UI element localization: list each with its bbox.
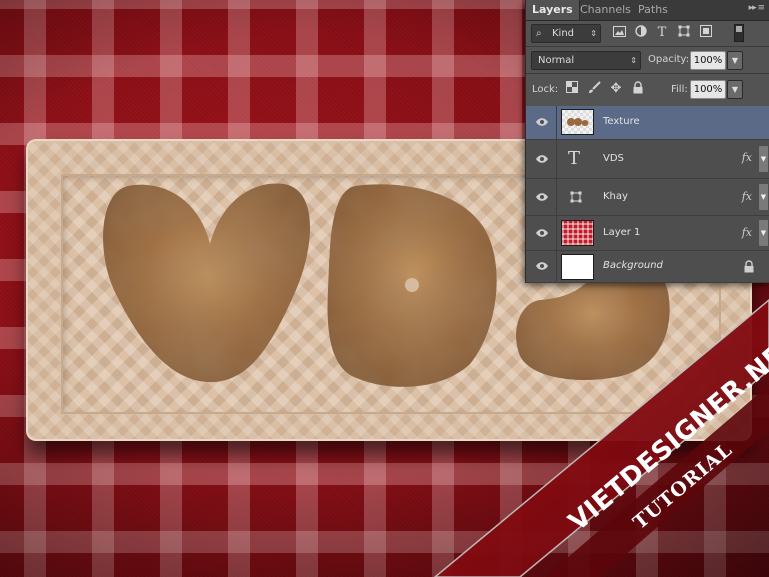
filter-toggle-switch[interactable] xyxy=(734,24,744,42)
opacity-label: Opacity: xyxy=(648,54,690,65)
eye-icon[interactable] xyxy=(535,117,549,127)
type-filter-icon[interactable]: T xyxy=(654,25,670,41)
layer-row-layer1[interactable]: Layer 1 fx ▼ xyxy=(526,216,769,251)
lock-icon xyxy=(744,260,754,273)
expand-effects-icon[interactable]: ▼ xyxy=(759,146,768,172)
expand-effects-icon[interactable]: ▼ xyxy=(759,220,768,246)
eye-icon[interactable] xyxy=(535,192,549,202)
tab-paths[interactable]: Paths xyxy=(638,0,668,20)
layer-row-texture[interactable]: Texture xyxy=(526,106,769,140)
expand-effects-icon[interactable]: ▼ xyxy=(759,184,768,210)
fx-icon[interactable]: fx xyxy=(742,190,752,203)
letter-v xyxy=(103,183,311,383)
layer-thumbnail xyxy=(561,254,594,280)
panel-menu-icon[interactable]: ▸▸ ≡ xyxy=(749,3,765,13)
filter-kind-label: Kind xyxy=(552,28,575,39)
layer-name: Khay xyxy=(603,191,628,202)
type-layer-icon: T xyxy=(568,148,581,169)
fill-input[interactable]: 100% xyxy=(690,80,726,99)
opacity-input[interactable]: 100% xyxy=(690,51,726,70)
fx-icon[interactable]: fx xyxy=(742,151,752,164)
shape-layer-icon xyxy=(570,191,582,203)
lock-transparency-icon[interactable] xyxy=(564,81,580,97)
layer-row-vds[interactable]: T VDS fx ▼ xyxy=(526,140,769,179)
panel-tabs: Layers Channels Paths ▸▸ ≡ xyxy=(526,0,769,21)
layer-row-khay[interactable]: Khay fx ▼ xyxy=(526,179,769,216)
layer-name: Background xyxy=(603,260,663,271)
adjustment-filter-icon[interactable] xyxy=(633,25,649,41)
blend-mode-dropdown[interactable]: Normal ⇕ xyxy=(531,51,641,70)
eye-icon[interactable] xyxy=(535,228,549,238)
filter-kind-dropdown[interactable]: ⌕ Kind ⇕ xyxy=(531,24,601,43)
lock-all-icon[interactable] xyxy=(630,81,646,97)
brush-icon[interactable] xyxy=(586,81,602,97)
layers-panel: Layers Channels Paths ▸▸ ≡ ⌕ Kind ⇕ T No… xyxy=(525,0,769,283)
letter-d xyxy=(327,184,497,387)
move-icon[interactable]: ✥ xyxy=(608,81,624,97)
chevron-updown-icon: ⇕ xyxy=(630,56,637,65)
layer-name: VDS xyxy=(603,153,624,164)
eye-icon[interactable] xyxy=(535,154,549,164)
layer-name: Layer 1 xyxy=(603,227,641,238)
tab-layers[interactable]: Layers xyxy=(526,0,580,20)
image-filter-icon[interactable] xyxy=(611,25,627,41)
lock-row: Lock: ✥ Fill: 100% ▼ xyxy=(526,74,769,104)
tab-channels[interactable]: Channels xyxy=(580,0,631,20)
shape-filter-icon[interactable] xyxy=(676,25,692,41)
search-icon: ⌕ xyxy=(536,28,542,39)
lock-label: Lock: xyxy=(532,84,559,95)
chevron-updown-icon: ⇕ xyxy=(590,29,597,38)
layer-thumbnail xyxy=(561,220,594,246)
opacity-dropdown-button[interactable]: ▼ xyxy=(727,51,743,70)
fill-dropdown-button[interactable]: ▼ xyxy=(727,80,743,99)
layer-thumbnail xyxy=(561,109,594,135)
fx-icon[interactable]: fx xyxy=(742,226,752,239)
layer-name: Texture xyxy=(603,116,640,127)
blend-mode-value: Normal xyxy=(538,55,575,66)
eye-icon[interactable] xyxy=(535,261,549,271)
blend-row: Normal ⇕ Opacity: 100% ▼ xyxy=(526,47,769,73)
smart-object-filter-icon[interactable] xyxy=(698,25,714,41)
filter-row: ⌕ Kind ⇕ T xyxy=(526,20,769,46)
fill-label: Fill: xyxy=(671,84,688,95)
layer-row-background[interactable]: Background xyxy=(526,251,769,283)
